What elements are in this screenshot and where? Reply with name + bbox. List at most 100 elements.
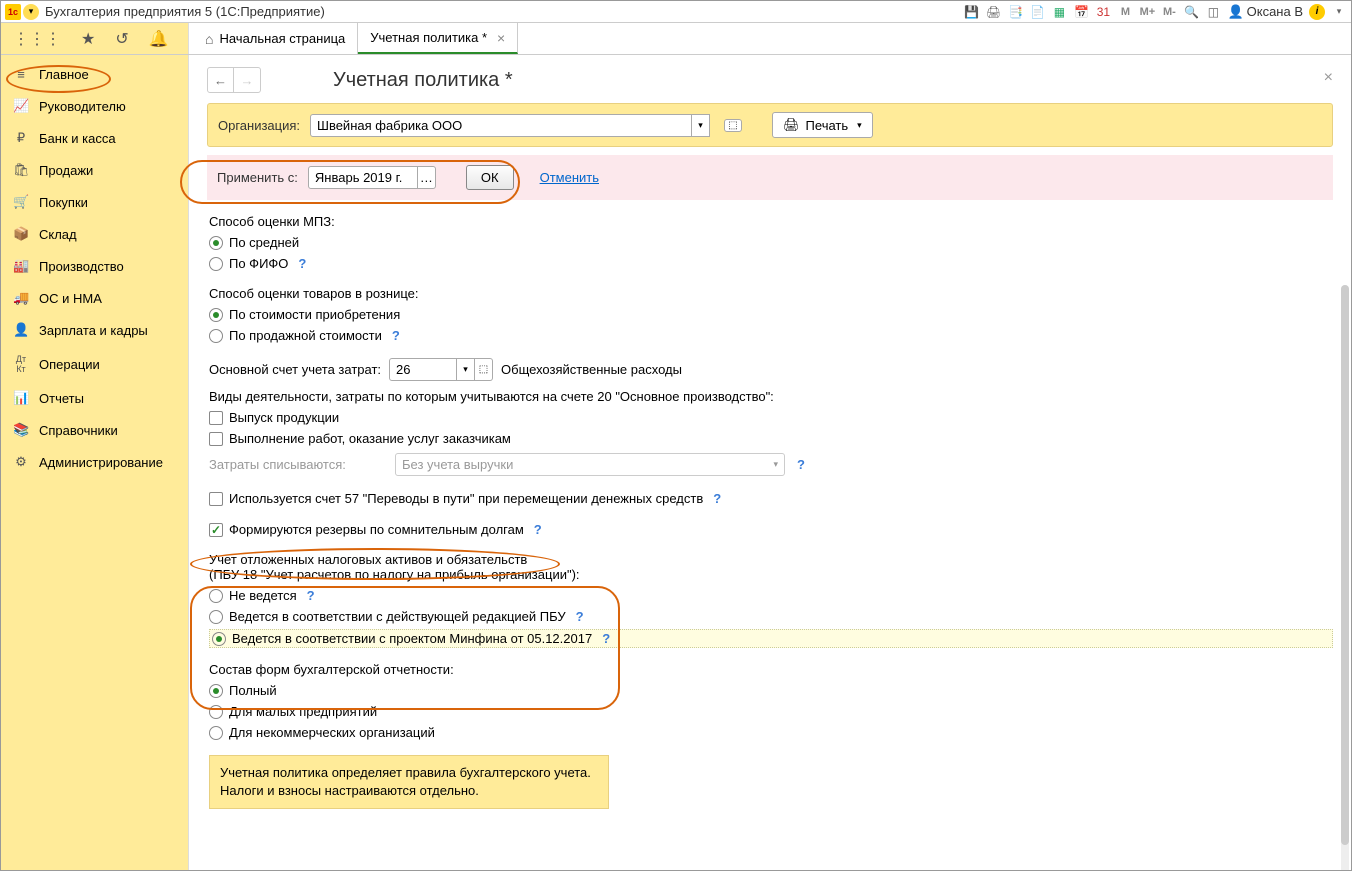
checkbox-icon[interactable] (209, 523, 223, 537)
radio-icon[interactable] (209, 257, 223, 271)
help-icon[interactable]: ? (602, 631, 610, 646)
sidebar-item-hr[interactable]: 👤Зарплата и кадры (1, 314, 188, 346)
tab-active[interactable]: Учетная политика * × (358, 23, 518, 54)
activities-chk2[interactable]: Выполнение работ, оказание услуг заказчи… (209, 430, 1333, 447)
forward-button[interactable]: → (234, 68, 260, 92)
print-icon[interactable]: 🖨 (985, 4, 1001, 20)
sidebar-item-purchases[interactable]: 🛒Покупки (1, 186, 188, 218)
dropdown-icon[interactable]: ▾ (23, 4, 39, 20)
radio-icon[interactable] (209, 705, 223, 719)
deferred-label2: (ПБУ 18 "Учет расчетов по налогу на приб… (209, 567, 1333, 582)
close-page-button[interactable]: × (1324, 69, 1333, 87)
radio-icon[interactable] (209, 329, 223, 343)
account-row: Основной счет учета затрат: ▾ ⬚ Общехозя… (209, 358, 1333, 381)
compare-icon[interactable]: 📑 (1007, 4, 1023, 20)
mpz-opt2[interactable]: По ФИФО? (209, 255, 1333, 272)
sidebar-item-production[interactable]: 🏭Производство (1, 250, 188, 282)
help-icon[interactable]: ? (307, 588, 315, 603)
window-title: Бухгалтерия предприятия 5 (1С:Предприяти… (45, 4, 325, 19)
checkbox-icon[interactable] (209, 411, 223, 425)
reserves-row[interactable]: Формируются резервы по сомнительным долг… (209, 521, 1333, 538)
scrollbar[interactable] (1341, 285, 1349, 870)
activities-chk1[interactable]: Выпуск продукции (209, 409, 1333, 426)
reports-opt3[interactable]: Для некоммерческих организаций (209, 724, 1333, 741)
cancel-link[interactable]: Отменить (540, 170, 599, 185)
apply-label: Применить с: (217, 170, 298, 185)
help-icon[interactable]: ? (713, 491, 721, 506)
date-icon[interactable]: 31 (1095, 4, 1111, 20)
scrollbar-thumb[interactable] (1341, 285, 1349, 845)
help-icon[interactable]: ? (576, 609, 584, 624)
date-picker-button[interactable]: … (418, 166, 436, 189)
sidebar-item-warehouse[interactable]: 📦Склад (1, 218, 188, 250)
reports-opt1[interactable]: Полный (209, 682, 1333, 699)
titlebar: 1c ▾ Бухгалтерия предприятия 5 (1С:Предп… (1, 1, 1351, 23)
bell-icon[interactable]: 🔔 (149, 29, 169, 49)
sidebar-item-sales[interactable]: 🛍Продажи (1, 154, 188, 186)
tab-home[interactable]: ⌂ Начальная страница (193, 23, 358, 54)
save-icon[interactable]: 💾 (963, 4, 979, 20)
ok-button[interactable]: ОК (466, 165, 514, 190)
radio-icon[interactable] (212, 632, 226, 646)
sidebar-item-admin[interactable]: ⚙Администрирование (1, 446, 188, 478)
m-minus-icon[interactable]: M- (1161, 4, 1177, 20)
m-plus-icon[interactable]: M+ (1139, 4, 1155, 20)
sidebar-item-manager[interactable]: 📈Руководителю (1, 90, 188, 122)
tab-close-icon[interactable]: × (497, 30, 505, 46)
expenses-value: Без учета выручки (402, 457, 513, 472)
form-area: Способ оценки МПЗ: По средней По ФИФО? С… (207, 214, 1333, 809)
org-input[interactable] (310, 114, 692, 137)
apply-date-input[interactable] (308, 166, 418, 189)
doc-icon[interactable]: 📄 (1029, 4, 1045, 20)
retail-opt1[interactable]: По стоимости приобретения (209, 306, 1333, 323)
user-name: Оксана В (1247, 4, 1303, 19)
radio-icon[interactable] (209, 684, 223, 698)
help-icon[interactable]: ? (298, 256, 306, 271)
deferred-opt2[interactable]: Ведется в соответствии с действующей ред… (209, 608, 1333, 625)
info-dd-icon[interactable]: ▾ (1331, 4, 1347, 20)
sidebar-label: Администрирование (39, 455, 163, 470)
radio-icon[interactable] (209, 236, 223, 250)
checkbox-icon[interactable] (209, 432, 223, 446)
chevron-down-icon: ▾ (857, 120, 862, 131)
sidebar-item-refs[interactable]: 📚Справочники (1, 414, 188, 446)
org-dropdown-button[interactable]: ▾ (692, 114, 710, 137)
calc-icon[interactable]: ▦ (1051, 4, 1067, 20)
sidebar-label: Отчеты (39, 391, 84, 406)
calendar-icon[interactable]: 📅 (1073, 4, 1089, 20)
star-icon[interactable]: ★ (81, 29, 95, 49)
account-input[interactable] (389, 358, 457, 381)
retail-opt2[interactable]: По продажной стоимости? (209, 327, 1333, 344)
radio-icon[interactable] (209, 308, 223, 322)
back-button[interactable]: ← (208, 68, 234, 92)
sidebar-label: Банк и касса (39, 131, 116, 146)
mpz-opt1[interactable]: По средней (209, 234, 1333, 251)
radio-icon[interactable] (209, 589, 223, 603)
history-icon[interactable]: ↺ (115, 29, 128, 49)
radio-icon[interactable] (209, 726, 223, 740)
org-open-button[interactable]: ⬚ (724, 119, 742, 132)
help-icon[interactable]: ? (797, 457, 805, 472)
m-icon[interactable]: M (1117, 4, 1133, 20)
user-badge[interactable]: 👤 Оксана В (1227, 4, 1303, 20)
acc57-row[interactable]: Используется счет 57 "Переводы в пути" п… (209, 490, 1333, 507)
deferred-opt3[interactable]: Ведется в соответствии с проектом Минфин… (209, 629, 1333, 648)
sidebar-item-assets[interactable]: 🚚ОС и НМА (1, 282, 188, 314)
account-open[interactable]: ⬚ (475, 358, 493, 381)
help-icon[interactable]: ? (534, 522, 542, 537)
print-button[interactable]: 🖨 Печать ▾ (772, 112, 873, 138)
deferred-opt1[interactable]: Не ведется? (209, 587, 1333, 604)
help-icon[interactable]: ? (392, 328, 400, 343)
sidebar-item-main[interactable]: ≡Главное (1, 59, 188, 90)
reports-opt2[interactable]: Для малых предприятий (209, 703, 1333, 720)
account-dropdown[interactable]: ▾ (457, 358, 475, 381)
sidebar-item-operations[interactable]: ДтКтОперации (1, 346, 188, 382)
sidebar-item-reports[interactable]: 📊Отчеты (1, 382, 188, 414)
sidebar-item-bank[interactable]: ₽Банк и касса (1, 122, 188, 154)
checkbox-icon[interactable] (209, 492, 223, 506)
apps-icon[interactable]: ⋮⋮⋮ (13, 29, 61, 49)
info-icon[interactable]: i (1309, 4, 1325, 20)
radio-icon[interactable] (209, 610, 223, 624)
panel-icon[interactable]: ◫ (1205, 4, 1221, 20)
zoom-icon[interactable]: 🔍 (1183, 4, 1199, 20)
